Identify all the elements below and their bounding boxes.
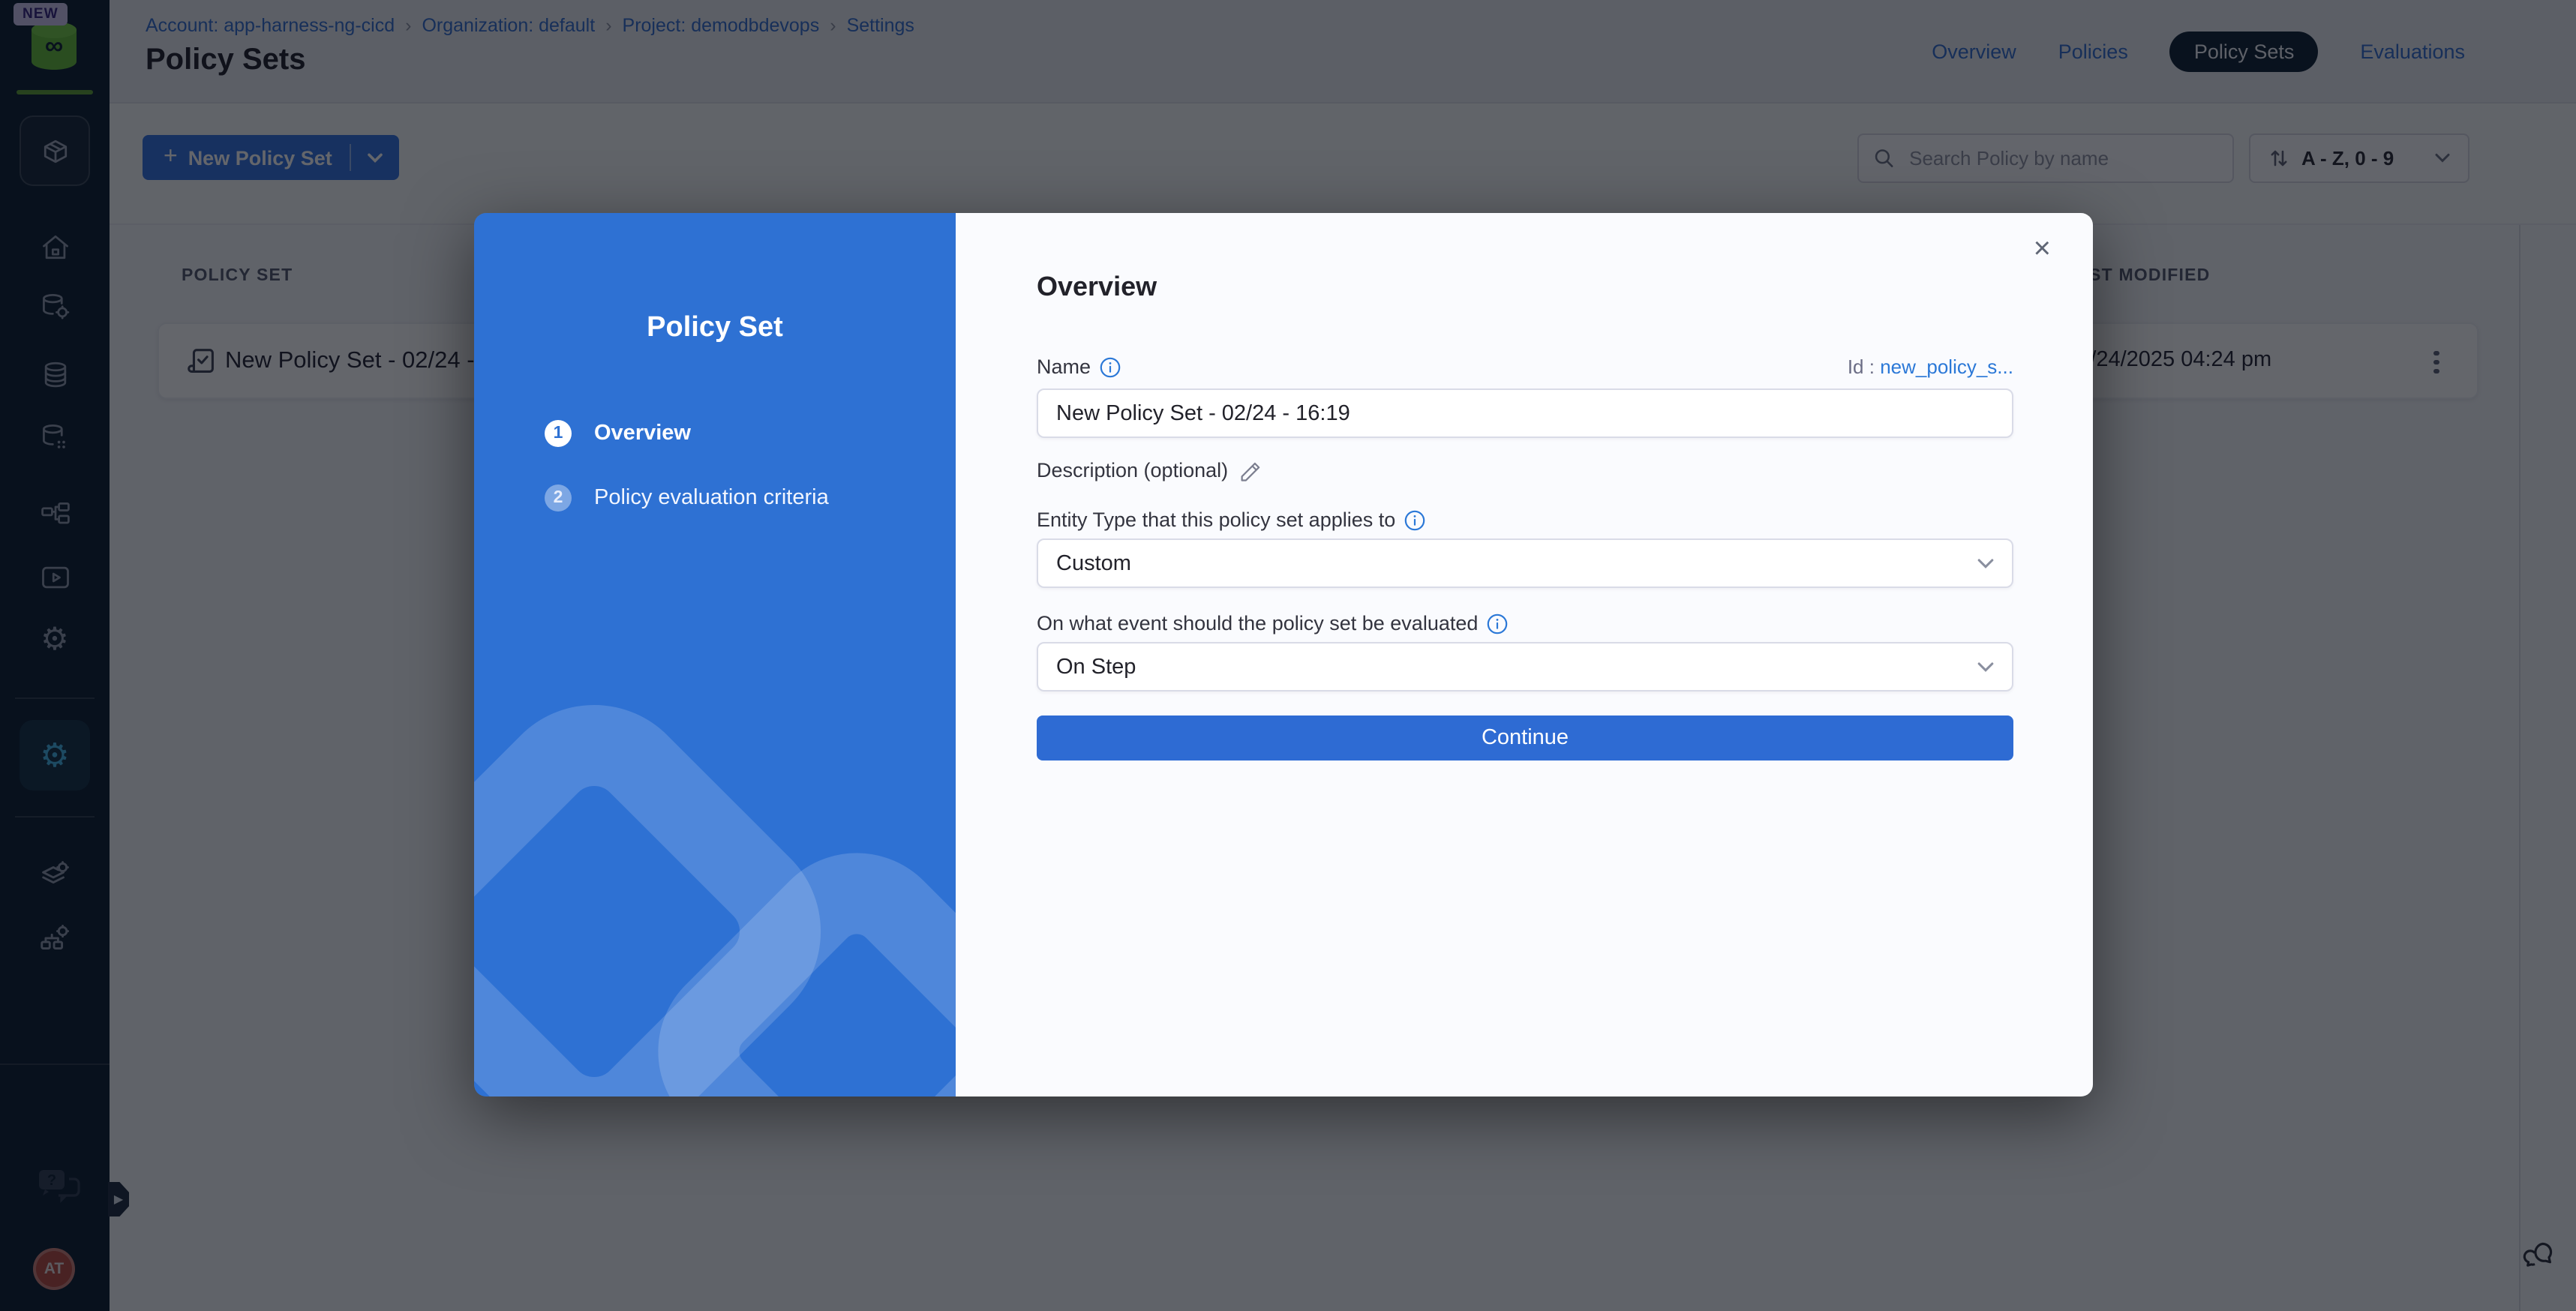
event-label: On what event should the policy set be e… (1037, 612, 1478, 634)
chevron-down-icon (1977, 661, 1994, 673)
wizard-title: Policy Set (474, 312, 956, 345)
wizard-step-overview[interactable]: 1 Overview (545, 420, 691, 447)
wizard-form-panel: × Overview Name Id : new_policy_s... Des… (956, 213, 2093, 1096)
continue-button[interactable]: Continue (1037, 716, 2013, 760)
event-select[interactable]: On Step (1037, 642, 2013, 692)
entity-type-select[interactable]: Custom (1037, 538, 2013, 588)
name-input[interactable] (1037, 388, 2013, 438)
wizard-steps-panel: Policy Set 1 Overview 2 Policy evaluatio… (474, 213, 956, 1096)
info-icon[interactable] (1100, 356, 1121, 377)
entity-type-value: Custom (1056, 551, 1131, 575)
edit-pencil-icon[interactable] (1237, 459, 1259, 482)
step-label: Overview (594, 422, 691, 446)
wizard-step-evaluation-criteria[interactable]: 2 Policy evaluation criteria (545, 484, 829, 512)
chevron-down-icon (1977, 557, 1994, 569)
entity-type-label: Entity Type that this policy set applies… (1037, 508, 1395, 531)
modal-step-heading: Overview (1037, 272, 1157, 303)
entity-id-link[interactable]: new_policy_s... (1880, 356, 2013, 378)
name-field-row: Name Id : new_policy_s... (1037, 356, 2013, 378)
event-value: On Step (1056, 655, 1136, 679)
info-icon[interactable] (1487, 613, 1508, 634)
entity-id: Id : new_policy_s... (1848, 356, 2013, 378)
harness-watermark-logo (474, 646, 956, 1096)
step-number-badge: 2 (545, 484, 572, 512)
description-label-row: Description (optional) (1037, 459, 2013, 482)
step-number-badge: 1 (545, 420, 572, 447)
policy-set-wizard-modal: Policy Set 1 Overview 2 Policy evaluatio… (474, 213, 2093, 1096)
name-label: Name (1037, 356, 1121, 378)
harness-policy-sets-page: ∞ NEW (0, 0, 2576, 1311)
info-icon[interactable] (1404, 509, 1425, 530)
description-label: Description (optional) (1037, 459, 1228, 482)
close-icon[interactable]: × (2034, 234, 2051, 264)
step-label: Policy evaluation criteria (594, 486, 829, 510)
event-label-row: On what event should the policy set be e… (1037, 612, 2013, 634)
entity-type-label-row: Entity Type that this policy set applies… (1037, 508, 2013, 531)
